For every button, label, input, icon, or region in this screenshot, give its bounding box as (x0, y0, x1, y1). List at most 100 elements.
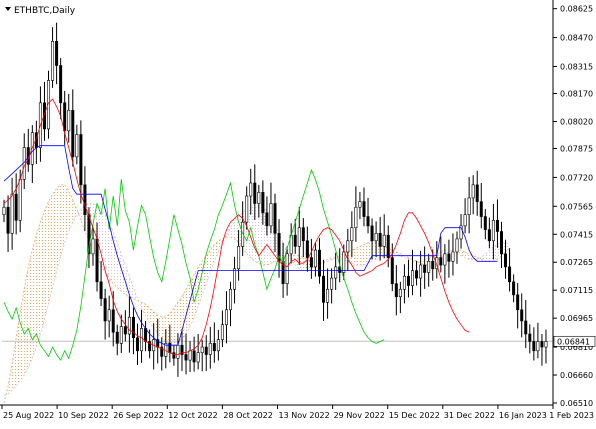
cloud-segment (351, 248, 356, 266)
candle-body (402, 275, 406, 290)
price-tick-label: 0.07565 (560, 202, 593, 211)
candle-body (508, 266, 512, 283)
candle-body (297, 227, 301, 247)
candle-body (204, 346, 208, 355)
candle-body (196, 352, 200, 363)
candle-body (103, 298, 107, 322)
candle-body (176, 344, 180, 359)
candle-body (184, 354, 188, 361)
candle-body (451, 251, 455, 262)
candle-body (119, 326, 123, 344)
candle-body (415, 270, 419, 279)
candle-body (447, 253, 451, 262)
candle-body (463, 214, 467, 227)
price-tick-label: 0.07415 (560, 230, 593, 239)
price-tick-label: 0.08470 (560, 34, 593, 43)
candle-body (443, 253, 447, 266)
candle-body (475, 184, 479, 202)
candle-body (536, 341, 540, 352)
candle-body (305, 240, 309, 258)
candle-body (59, 65, 63, 104)
cloud-segment (36, 222, 41, 348)
candle-body (212, 343, 216, 352)
candle-body (91, 238, 95, 255)
candle-body (140, 328, 144, 352)
candle-body (326, 288, 330, 303)
cloud-segment (493, 244, 498, 262)
candle-body (257, 192, 261, 204)
candle-body (386, 234, 390, 258)
price-tick-label: 0.06965 (560, 314, 593, 323)
candle-body (79, 134, 83, 186)
candle-body (394, 283, 398, 298)
price-chart[interactable]: 0.08625 0.08470 0.08315 0.08170 0.08020 0.078… (0, 0, 596, 425)
candle-body (14, 193, 18, 221)
candle-body (131, 316, 135, 339)
candle-body (18, 178, 22, 221)
time-tick-label: 31 Dec 2022 (444, 411, 495, 420)
candle-body (220, 324, 224, 340)
candle-body (269, 203, 273, 227)
chart-window: 0.08625 0.08470 0.08315 0.08170 0.08020 0.078… (0, 0, 596, 425)
candle-body (123, 326, 127, 335)
candle-body (107, 309, 111, 322)
candle-body (67, 109, 71, 132)
candle-body (487, 229, 491, 242)
cloud-segment (169, 307, 174, 346)
candle-body (253, 182, 257, 204)
cloud-segment (250, 205, 255, 262)
candle-body (71, 109, 75, 158)
candle-body (144, 328, 148, 342)
cloud-segment (355, 246, 360, 266)
candle-body (366, 216, 370, 227)
cloud-segment (48, 194, 53, 305)
price-tick-label: 0.06510 (560, 399, 593, 408)
candle-body (540, 341, 544, 348)
candle-body (265, 212, 269, 227)
candle-body (350, 227, 354, 242)
candle-body (423, 264, 427, 273)
cloud-segment (40, 210, 45, 335)
time-tick-label: 12 Oct 2022 (168, 411, 217, 420)
candle-body (83, 184, 87, 215)
candle-body (322, 275, 326, 303)
candle-body (390, 257, 394, 284)
candle-body (406, 275, 410, 286)
candle-body (499, 231, 503, 255)
price-tick-label: 0.07115 (560, 286, 593, 295)
candle-body (115, 331, 119, 344)
time-tick-label: 16 Jan 2023 (499, 411, 547, 420)
price-tick-label: 0.06660 (560, 371, 593, 380)
price-tick-label: 0.08170 (560, 89, 593, 98)
cloud-segment (28, 250, 33, 368)
cloud-segment (181, 289, 187, 340)
price-axis: 0.08625 0.08470 0.08315 0.08170 0.08020 0.078… (553, 5, 596, 408)
price-tick-label: 0.07875 (560, 144, 593, 153)
candle-body (99, 281, 103, 299)
candle-body (188, 350, 192, 361)
candle-body (398, 288, 402, 298)
time-tick-label: 28 Oct 2022 (223, 411, 272, 420)
candle-body (95, 238, 99, 283)
time-tick-label: 29 Nov 2022 (334, 411, 385, 420)
candle-body (135, 337, 139, 352)
candle-body (483, 216, 487, 230)
candle-body (111, 309, 115, 333)
candle-body (249, 182, 253, 197)
cloud-segment (359, 244, 364, 266)
candle-body (261, 192, 265, 214)
time-tick-label: 13 Nov 2022 (279, 411, 330, 420)
candle-body (309, 257, 313, 268)
chart-header: ETHBTC,Daily (5, 6, 76, 16)
candle-body (216, 339, 220, 352)
price-tick-label: 0.07720 (560, 173, 593, 182)
cloud-segment (157, 315, 162, 338)
candle-body (516, 294, 520, 311)
candle-body (75, 134, 79, 158)
candle-body (224, 309, 228, 325)
candle-body (208, 343, 212, 355)
time-tick-label: 15 Dec 2022 (389, 411, 440, 420)
cloud-segment (165, 313, 170, 344)
candle-body (354, 206, 358, 229)
candle-body (370, 225, 374, 242)
